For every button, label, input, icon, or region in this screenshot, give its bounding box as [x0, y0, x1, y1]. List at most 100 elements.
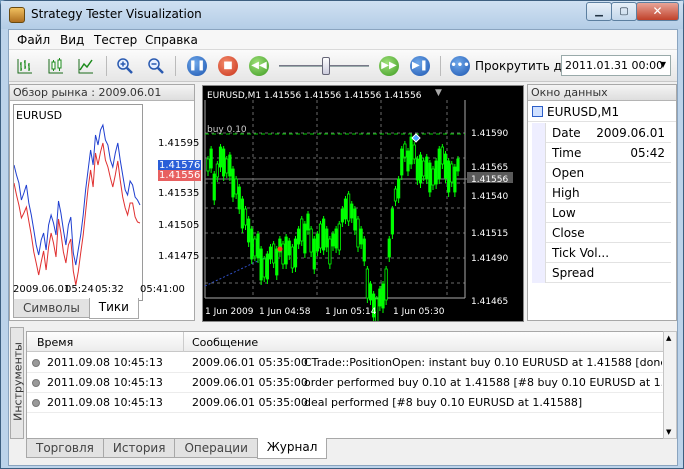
candlestick-icon[interactable] — [46, 56, 66, 76]
toolbar-separator — [175, 56, 176, 76]
scroll-handle-icon[interactable]: ▼ — [435, 88, 442, 98]
candle-body — [362, 238, 366, 262]
price-chart[interactable]: EURUSD,M1 1.41556 1.41556 1.41556 1.4155… — [202, 85, 524, 334]
candle-body — [331, 233, 335, 247]
price-axis-label: 1.41490 — [471, 254, 508, 264]
row-gutter — [532, 123, 546, 143]
candle-body — [368, 283, 373, 301]
journal-timestamp: 2009.06.01 05:35:00 — [192, 376, 308, 389]
journal-row[interactable]: 2011.09.08 10:45:13 2009.06.01 05:35:00 or… — [27, 373, 664, 393]
time-axis-label: 1 Jun 2009 — [205, 307, 254, 317]
zoom-out-icon[interactable] — [146, 56, 166, 76]
window-title: Strategy Tester Visualization — [31, 7, 202, 21]
chevron-down-icon: ▼ — [659, 60, 666, 69]
faster-button[interactable]: ▶▶ — [379, 56, 399, 76]
price-axis-label: 1.41590 — [471, 129, 508, 139]
candle-body — [350, 203, 354, 219]
data-window-symbol: EURUSD,M1 — [547, 105, 620, 119]
row-gutter — [532, 183, 546, 203]
candle-body — [293, 238, 298, 268]
scroll-to-icon: ••• — [450, 56, 470, 76]
tab-symbols[interactable]: Символы — [13, 299, 90, 318]
candle-body — [281, 243, 285, 265]
candle-body — [384, 268, 388, 301]
tick-price-label: 1.41595 — [158, 138, 200, 149]
candle-body — [434, 160, 438, 185]
candle-body — [290, 246, 294, 269]
candle-body — [256, 233, 260, 259]
scroll-date-value: 2011.01.31 00:00 — [565, 59, 664, 72]
title-bar: Strategy Tester Visualization ▁ ▢ ✕ — [1, 1, 683, 29]
journal-timestamp: 2009.06.01 05:35:00 — [192, 356, 308, 369]
candle-body — [272, 243, 276, 264]
menu-view[interactable]: Вид — [60, 33, 84, 47]
candle-body — [284, 236, 288, 265]
tick-chart-svg — [13, 123, 141, 286]
candle-body — [250, 228, 254, 260]
candle-body — [356, 218, 360, 248]
candle-body — [265, 253, 269, 280]
candle-body — [353, 208, 357, 231]
candle-body — [297, 228, 301, 245]
tab-operations[interactable]: Операции — [174, 439, 258, 458]
bar-chart-icon[interactable] — [15, 56, 35, 76]
candle-body — [425, 156, 429, 180]
tab-journal[interactable]: Журнал — [256, 438, 328, 459]
journal-time: 2011.09.08 10:45:13 — [47, 376, 163, 389]
data-window-row: Date 2009.06.01 — [532, 123, 671, 143]
tab-ticks[interactable]: Тики — [88, 298, 139, 319]
candle-body — [378, 288, 382, 307]
info-icon — [32, 399, 40, 407]
line-chart-icon[interactable] — [76, 56, 96, 76]
journal-scrollbar[interactable]: ▲ ▼ — [663, 331, 677, 439]
data-key: Open — [552, 166, 585, 180]
scroll-to-button[interactable]: ••• — [450, 56, 470, 76]
candle-body — [456, 158, 460, 172]
journal-row[interactable]: 2011.09.08 10:45:13 2009.06.01 05:35:00 de… — [27, 393, 664, 413]
column-time[interactable]: Время — [37, 336, 73, 349]
stop-button[interactable]: ■ — [218, 56, 238, 76]
menu-tester[interactable]: Тестер — [94, 33, 137, 47]
tab-history[interactable]: История — [102, 439, 176, 458]
candle-body — [262, 258, 266, 278]
journal-row[interactable]: 2011.09.08 10:45:13 2009.06.01 05:35:00 CT… — [27, 353, 664, 373]
close-button[interactable]: ✕ — [636, 2, 679, 21]
column-divider — [183, 332, 184, 352]
journal-time: 2011.09.08 10:45:13 — [47, 356, 163, 369]
journal-message: CTrade::PositionOpen: instant buy 0.10 E… — [304, 356, 662, 369]
zoom-in-icon[interactable] — [115, 56, 135, 76]
info-icon — [32, 379, 40, 387]
candle-body — [343, 198, 348, 220]
speed-slider-thumb[interactable] — [322, 57, 330, 75]
scroll-down-icon[interactable]: ▼ — [666, 428, 674, 436]
slower-button[interactable]: ◀◀ — [249, 56, 269, 76]
candle-body — [253, 238, 257, 257]
market-watch-title: Обзор рынка : 2009.06.01 — [10, 85, 194, 101]
candle-body — [309, 228, 313, 253]
symbol-icon — [532, 106, 543, 117]
data-key: Time — [552, 146, 582, 160]
toolbar-separator — [106, 56, 107, 76]
candle-body — [337, 223, 341, 251]
pause-button[interactable]: ❚❚ — [187, 56, 207, 76]
scroll-date-select[interactable]: 2011.01.31 00:00 ▼ — [561, 55, 671, 76]
minimize-button[interactable]: ▁ — [586, 2, 612, 21]
candle-body — [315, 233, 319, 252]
column-message[interactable]: Сообщение — [192, 336, 258, 349]
arrow-up-icon — [411, 133, 421, 143]
candle-body — [450, 163, 454, 183]
toolbox-panel: Инструменты Время Сообщение 2011.09.08 1… — [9, 323, 677, 465]
menu-help[interactable]: Справка — [145, 33, 198, 47]
maximize-button[interactable]: ▢ — [611, 2, 637, 21]
step-button[interactable]: ▶❚ — [410, 56, 430, 76]
tick-chart — [13, 104, 143, 301]
menu-file[interactable]: Файл — [17, 33, 50, 47]
entry-marker — [277, 246, 283, 252]
candle-body — [431, 168, 435, 186]
candle-body — [318, 223, 323, 249]
scroll-up-icon[interactable]: ▲ — [666, 334, 674, 342]
tab-trade[interactable]: Торговля — [26, 439, 104, 458]
stop-icon: ■ — [218, 56, 238, 76]
candle-body — [406, 150, 410, 172]
tick-price-label: 1.41475 — [158, 251, 200, 262]
